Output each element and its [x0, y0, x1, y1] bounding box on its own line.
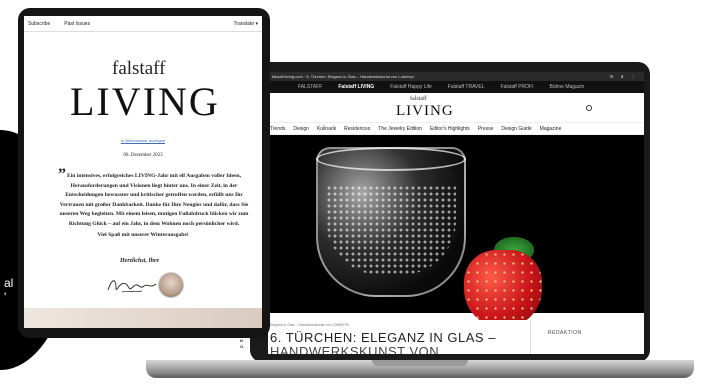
main-nav-item[interactable]: Trends [270, 123, 285, 134]
site-header: falstaff LIVING [268, 93, 644, 123]
laptop-screen: falstaff-living.com · 6. Türchen: Elegan… [268, 72, 644, 354]
article-meta: Eleganz in Glas – Handwerkskunst von LOB… [270, 323, 349, 327]
editor-avatar [158, 272, 184, 298]
article-title-line-1: 6. TÜRCHEN: ELEGANZ IN GLAS – [270, 330, 496, 345]
laptop-notch [372, 360, 468, 366]
newsletter-header: Subscribe Past Issues Translate ▾ [24, 16, 262, 32]
subscribe-link[interactable]: Subscribe [28, 21, 50, 27]
newsletter-date: 06. Dezember 2023 [123, 153, 163, 158]
sidebar-heading: REDAKTION [548, 330, 582, 336]
brand-logo-small[interactable]: falstaff [410, 96, 427, 102]
glass-texture [326, 185, 456, 275]
translate-dropdown[interactable]: Translate ▾ [233, 21, 258, 27]
main-nav-item[interactable]: Presse [478, 123, 494, 134]
glass-rim [316, 147, 466, 171]
editorial-text: Ein intensives, erfolgreiches LIVING-Jah… [59, 173, 249, 227]
browser-tabbar: falstaff-living.com · 6. Türchen: Elegan… [268, 72, 644, 81]
network-nav-item[interactable]: FALSTAFF [298, 81, 322, 93]
article-title: 6. TÜRCHEN: ELEGANZ IN GLAS – [270, 330, 496, 345]
network-nav-item[interactable]: Falstaff TRAVEL [448, 81, 485, 93]
network-nav-item[interactable]: Falstaff PROFI [501, 81, 534, 93]
network-nav-item[interactable]: Falstaff LIVING [338, 81, 374, 93]
vertical-letters: SNO [240, 332, 244, 349]
view-in-browser-link[interactable]: In Webbrowser anzeigen [24, 138, 262, 143]
signoff-text: Herzlichst, Ihre [120, 258, 160, 264]
main-nav-item[interactable]: Design [293, 123, 309, 134]
network-nav-item[interactable]: Bühne Magazin [549, 81, 584, 93]
main-nav-item[interactable]: Kulinarik [317, 123, 336, 134]
past-issues-link[interactable]: Past Issues [64, 21, 90, 27]
brand-logo[interactable]: LIVING [396, 103, 454, 120]
sidebar-divider [530, 320, 531, 354]
signature-image [107, 280, 157, 293]
network-nav: FALSTAFF Falstaff LIVING Falstaff Happy Li… [268, 81, 644, 93]
browser-tab-title[interactable]: falstaff-living.com · 6. Türchen: Elegan… [272, 72, 414, 81]
newsletter-footer-image [24, 308, 262, 328]
main-nav-item[interactable]: Editor's Highlights [430, 123, 470, 134]
main-nav-item[interactable]: Residences [344, 123, 370, 134]
hero-image [268, 135, 644, 328]
closing-line: Viel Spaß mit unserer Winterausgabe! [97, 232, 189, 238]
browser-toolbar-icons[interactable]: ⚙ ⬇ ⋮ [610, 72, 644, 81]
main-nav: Trends Design Kulinarik Residences The Jewel… [268, 123, 644, 135]
newsletter-logo-small: falstaff [112, 58, 166, 79]
main-nav-item[interactable]: Design Guide [501, 123, 531, 134]
circle-text: al ' [4, 276, 14, 304]
article-header: Eleganz in Glas – Handwerkskunst von LOB… [268, 320, 644, 354]
main-nav-item[interactable]: The Jewelry Edition [378, 123, 422, 134]
main-nav-item[interactable]: Magazine [540, 123, 562, 134]
network-nav-item[interactable]: Falstaff Happy Life [390, 81, 432, 93]
search-icon[interactable] [586, 105, 592, 111]
strawberry-seeds [464, 250, 542, 328]
composite-scene: al ' falstaff-living.com · 6. Türchen: E… [0, 0, 705, 389]
newsletter-logo: LIVING [70, 79, 220, 124]
tablet-screen: Subscribe Past Issues Translate ▾ falsta… [24, 16, 262, 328]
article-title-line-2: HANDWERKSKUNST VON [270, 344, 440, 354]
